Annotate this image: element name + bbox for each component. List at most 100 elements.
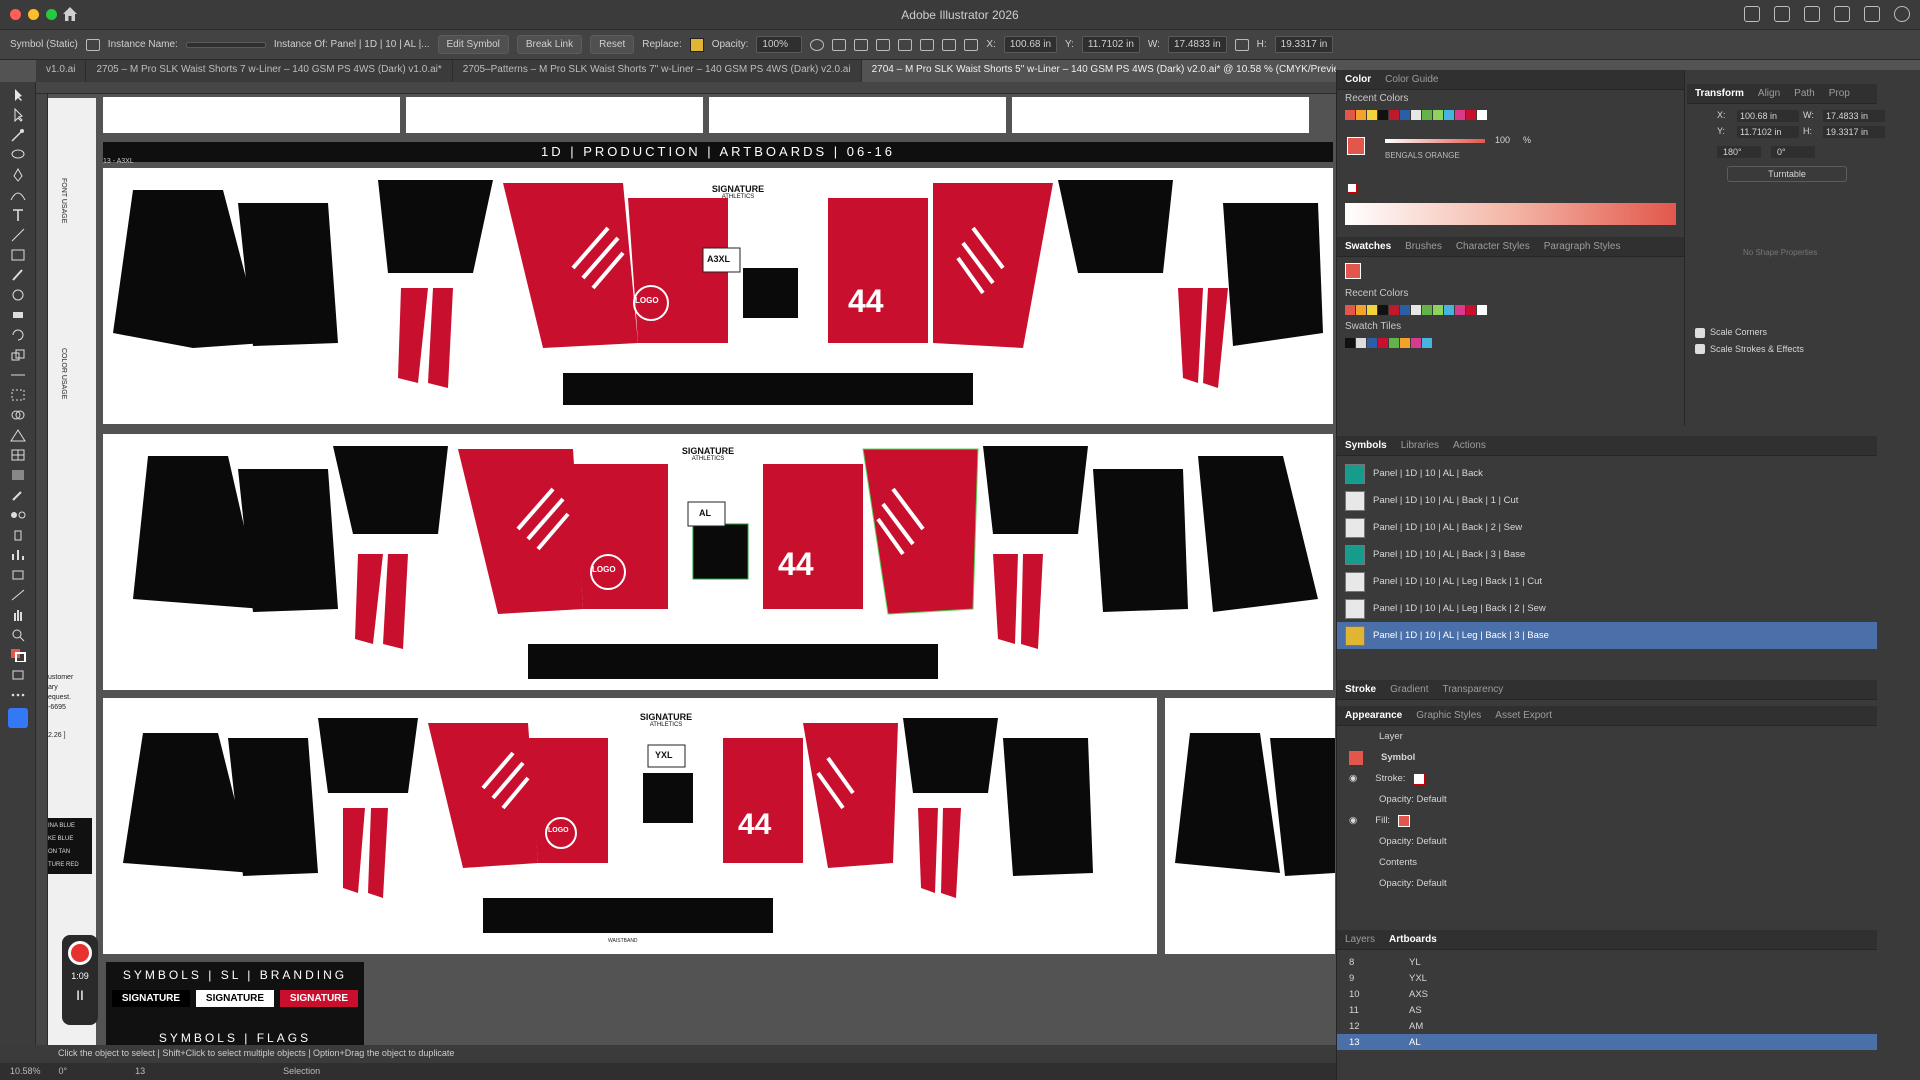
artboard-navigator[interactable]: 13 bbox=[85, 1066, 145, 1077]
recent-color-swatch[interactable] bbox=[1345, 305, 1355, 315]
recent-color-swatch[interactable] bbox=[1466, 110, 1476, 120]
visibility-eye-icon[interactable]: ◉ bbox=[1349, 815, 1357, 826]
artboard-yxl[interactable]: SIGNATURE ATHLETICS YXL LOGO 44 WAISTBAN… bbox=[103, 698, 1157, 954]
symbol-list-item[interactable]: Panel | 1D | 10 | AL | Leg | Back | 2 | … bbox=[1337, 595, 1877, 622]
tab-artboards[interactable]: Artboards bbox=[1389, 934, 1437, 945]
recent-color-swatch[interactable] bbox=[1356, 110, 1366, 120]
shape-builder-tool-icon[interactable] bbox=[9, 408, 27, 422]
symbol-sprayer-tool-icon[interactable] bbox=[9, 528, 27, 542]
tab-character-styles[interactable]: Character Styles bbox=[1456, 241, 1530, 252]
tab-align[interactable]: Align bbox=[1758, 88, 1780, 99]
align-center-icon[interactable] bbox=[854, 38, 869, 51]
tab-document-3[interactable]: 2705–Patterns – M Pro SLK Waist Shorts 7… bbox=[453, 60, 862, 82]
align-left-icon[interactable] bbox=[832, 38, 847, 51]
scale-corners-checkbox[interactable]: Scale Corners bbox=[1695, 327, 1877, 338]
tab-actions[interactable]: Actions bbox=[1453, 440, 1486, 451]
recent-color-swatch[interactable] bbox=[1389, 305, 1399, 315]
swatch-recent-row[interactable] bbox=[1337, 302, 1684, 318]
tab-libraries[interactable]: Libraries bbox=[1401, 440, 1439, 451]
h-field[interactable]: 19.3317 in bbox=[1274, 36, 1334, 53]
eyedropper-tool-icon[interactable] bbox=[9, 488, 27, 502]
artboard-a3xl[interactable]: 13 - A3XL SIGNATURE ATHLETICS A3XL LOGO … bbox=[103, 158, 1333, 424]
stroke-none-swatch[interactable] bbox=[1413, 772, 1426, 785]
brand-tile-white[interactable]: SIGNATURE bbox=[196, 990, 274, 1007]
recent-color-swatch[interactable] bbox=[1433, 110, 1443, 120]
x-field[interactable]: 100.68 in bbox=[1003, 36, 1058, 53]
recent-color-swatch[interactable] bbox=[1455, 305, 1465, 315]
tint-slider[interactable] bbox=[1385, 139, 1485, 143]
reset-button[interactable]: Reset bbox=[590, 35, 635, 54]
shaper-tool-icon[interactable] bbox=[9, 288, 27, 302]
avatar[interactable] bbox=[1894, 6, 1910, 22]
eraser-tool-icon[interactable] bbox=[9, 308, 27, 322]
pen-tool-icon[interactable] bbox=[9, 167, 27, 182]
tab-path[interactable]: Path bbox=[1794, 88, 1815, 99]
symbol-list-item[interactable]: Panel | 1D | 10 | AL | Leg | Back | 3 | … bbox=[1337, 622, 1877, 649]
line-tool-icon[interactable] bbox=[9, 228, 27, 242]
transform-h-field[interactable]: 19.3317 in bbox=[1823, 126, 1885, 138]
appearance-fill[interactable]: ◉ Fill: bbox=[1337, 810, 1877, 831]
fill-swatch[interactable] bbox=[1347, 137, 1365, 155]
draw-mode-icon[interactable] bbox=[9, 668, 27, 682]
visibility-eye-icon[interactable]: ◉ bbox=[1349, 773, 1357, 784]
workspace-icon[interactable] bbox=[1834, 6, 1850, 22]
w-field[interactable]: 17.4833 in bbox=[1167, 36, 1227, 53]
recolor-icon[interactable] bbox=[810, 38, 825, 51]
notifications-icon[interactable] bbox=[1774, 6, 1790, 22]
recent-color-swatch[interactable] bbox=[1477, 305, 1487, 315]
artboard-tool-icon[interactable] bbox=[9, 568, 27, 582]
recent-color-swatch[interactable] bbox=[1378, 110, 1388, 120]
recent-color-swatch[interactable] bbox=[1422, 305, 1432, 315]
symbol-list-item[interactable]: Panel | 1D | 10 | AL | Leg | Back | 1 | … bbox=[1337, 568, 1877, 595]
edit-symbol-button[interactable]: Edit Symbol bbox=[437, 35, 509, 54]
graph-tool-icon[interactable] bbox=[9, 548, 27, 562]
arrange-documents-icon[interactable] bbox=[1864, 6, 1880, 22]
none-swatch-icon[interactable] bbox=[1347, 183, 1357, 193]
symbol-list-item[interactable]: Panel | 1D | 10 | AL | Back | 3 | Base bbox=[1337, 541, 1877, 568]
stop-recording-button[interactable] bbox=[68, 941, 92, 965]
gradient-tool-icon[interactable] bbox=[9, 468, 27, 482]
replace-symbol-swatch[interactable] bbox=[689, 37, 704, 52]
symbol-list-item[interactable]: Panel | 1D | 10 | AL | Back | 2 | Sew bbox=[1337, 514, 1877, 541]
tab-document-active[interactable]: 2704 – M Pro SLK Waist Shorts 5" w-Liner… bbox=[861, 60, 1336, 82]
mesh-tool-icon[interactable] bbox=[9, 448, 27, 462]
opacity-field[interactable]: 100% bbox=[756, 36, 803, 53]
transform-x-field[interactable]: 100.68 in bbox=[1737, 110, 1799, 122]
recent-color-swatch[interactable] bbox=[1477, 110, 1487, 120]
symbol-list-item[interactable]: Panel | 1D | 10 | AL | Back | 1 | Cut bbox=[1337, 487, 1877, 514]
appearance-stroke-opacity[interactable]: Opacity: Default bbox=[1337, 789, 1877, 810]
artboard-list-item[interactable]: 11 AS bbox=[1337, 1002, 1877, 1018]
rotate-tool-icon[interactable] bbox=[9, 328, 27, 342]
recent-color-swatch[interactable] bbox=[1455, 110, 1465, 120]
recent-color-swatch[interactable] bbox=[1389, 110, 1399, 120]
appearance-symbol[interactable]: Symbol bbox=[1337, 747, 1877, 768]
swatch-fill-preview[interactable] bbox=[1345, 263, 1361, 279]
appearance-stroke[interactable]: ◉ Stroke: bbox=[1337, 768, 1877, 789]
tab-paragraph-styles[interactable]: Paragraph Styles bbox=[1544, 241, 1621, 252]
align-bottom-icon[interactable] bbox=[942, 38, 957, 51]
perspective-grid-tool-icon[interactable] bbox=[9, 428, 27, 442]
shear-field[interactable]: 0° bbox=[1771, 146, 1815, 158]
fill-color-swatch[interactable] bbox=[1398, 814, 1411, 827]
recent-color-swatch[interactable] bbox=[1466, 305, 1476, 315]
recent-color-swatch[interactable] bbox=[1400, 305, 1410, 315]
recent-color-swatch[interactable] bbox=[1411, 110, 1421, 120]
reference-point-icon[interactable] bbox=[964, 38, 979, 51]
transform-w-field[interactable]: 17.4833 in bbox=[1823, 110, 1885, 122]
zoom-tool-icon[interactable] bbox=[9, 628, 27, 642]
appearance-opacity[interactable]: Opacity: Default bbox=[1337, 873, 1877, 894]
appearance-fill-opacity[interactable]: Opacity: Default bbox=[1337, 831, 1877, 852]
vertical-ruler[interactable] bbox=[36, 94, 48, 1054]
recent-color-swatch[interactable] bbox=[1367, 110, 1377, 120]
recent-color-swatch[interactable] bbox=[1367, 305, 1377, 315]
recent-color-swatch[interactable] bbox=[1433, 305, 1443, 315]
tab-graphic-styles[interactable]: Graphic Styles bbox=[1416, 710, 1481, 721]
artboard-list-item[interactable]: 12 AM bbox=[1337, 1018, 1877, 1034]
top-artboard-2[interactable] bbox=[406, 97, 703, 133]
tab-symbols[interactable]: Symbols bbox=[1345, 440, 1387, 451]
symbol-list-item[interactable]: Panel | 1D | 10 | AL | Back bbox=[1337, 460, 1877, 487]
recent-color-swatch[interactable] bbox=[1444, 305, 1454, 315]
lasso-tool-icon[interactable] bbox=[9, 148, 27, 162]
blend-tool-icon[interactable] bbox=[9, 508, 27, 522]
tab-stroke[interactable]: Stroke bbox=[1345, 684, 1376, 695]
